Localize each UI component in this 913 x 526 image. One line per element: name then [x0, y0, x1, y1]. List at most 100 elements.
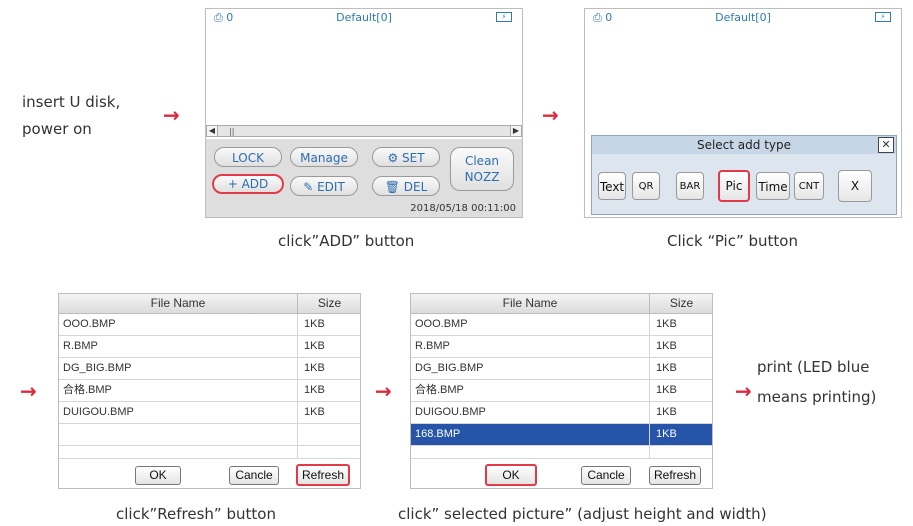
file-name: DG_BIG.BMP: [415, 362, 484, 374]
control-panel: LOCK Manage ⚙ SET + ADD ✎ EDIT 🗑 DEL Cle…: [206, 139, 522, 217]
file-size: 1KB: [656, 406, 677, 418]
file-name: OOO.BMP: [415, 318, 468, 330]
set-button[interactable]: ⚙ SET: [372, 147, 440, 167]
file-size: 1KB: [656, 340, 677, 352]
type-text-button[interactable]: Text: [598, 172, 626, 200]
step-text-print-2: means printing): [757, 388, 877, 406]
table-row[interactable]: [59, 446, 360, 459]
file-size: 1KB: [656, 362, 677, 374]
del-button[interactable]: 🗑 DEL: [372, 176, 440, 196]
step-text-pic: Click “Pic” button: [667, 232, 798, 250]
step-text-refresh: click”Refresh” button: [116, 505, 276, 523]
file-size: 1KB: [304, 362, 325, 374]
select-add-type-dialog: Select add type ✕ Text QR BAR Pic Time C…: [591, 135, 897, 215]
type-close-button[interactable]: X: [838, 170, 872, 202]
table-row[interactable]: DUIGOU.BMP 1KB: [411, 402, 712, 424]
step-text-selected: click” selected picture” (adjust height …: [398, 505, 767, 523]
manage-label: Manage: [300, 151, 348, 165]
step-text-power: power on: [22, 120, 92, 138]
screen-title: Default[0]: [715, 11, 771, 24]
scroll-right-icon[interactable]: ▶: [510, 126, 521, 136]
nozz-label: NOZZ: [464, 170, 500, 184]
table-row-selected[interactable]: 168.BMP 1KB: [411, 424, 712, 446]
file-name: R.BMP: [63, 340, 98, 352]
horizontal-scrollbar[interactable]: ◀ || ▶: [206, 125, 522, 137]
table-row[interactable]: DG_BIG.BMP 1KB: [59, 358, 360, 380]
type-qr-button[interactable]: QR: [632, 172, 660, 200]
cancle-button[interactable]: Cancle: [581, 466, 631, 485]
edit-label: EDIT: [317, 180, 345, 194]
select-type-screen: ⎙ 0 Default[0] ⚡ Select add type ✕ Text …: [584, 8, 902, 218]
file-browser-1: File Name Size OOO.BMP 1KB R.BMP 1KB DG_BI…: [58, 293, 361, 489]
arrow-icon: →: [375, 379, 392, 403]
arrow-icon: →: [163, 103, 180, 127]
datetime: 2018/05/18 00:11:00: [410, 203, 516, 214]
file-name: 合格.BMP: [63, 384, 112, 396]
main-screen: ⎙ 0 Default[0] ⚡ ◀ || ▶ LOCK Manage ⚙ SE…: [205, 8, 523, 218]
manage-button[interactable]: Manage: [290, 147, 358, 167]
file-name: OOO.BMP: [63, 318, 116, 330]
table-row[interactable]: R.BMP 1KB: [59, 336, 360, 358]
battery-icon: ⚡: [496, 12, 512, 22]
type-pic-button[interactable]: Pic: [718, 170, 750, 202]
status-bar: ⎙ 0 Default[0] ⚡: [585, 9, 901, 27]
refresh-button[interactable]: Refresh: [296, 464, 350, 486]
column-size: Size: [317, 296, 342, 310]
ok-button[interactable]: OK: [485, 464, 537, 486]
table-header: File Name Size: [59, 294, 360, 314]
type-cnt-button[interactable]: CNT: [794, 172, 824, 200]
step-text-insert: insert U disk,: [22, 93, 121, 111]
arrow-icon: →: [542, 103, 559, 127]
del-label: DEL: [403, 180, 428, 194]
type-bar-button[interactable]: BAR: [676, 172, 704, 200]
file-size: 1KB: [304, 318, 325, 330]
trash-icon: 🗑: [384, 180, 400, 194]
dialog-title: Select add type: [592, 136, 896, 154]
file-name: DUIGOU.BMP: [415, 406, 486, 418]
file-size: 1KB: [656, 428, 677, 440]
file-name: 168.BMP: [415, 428, 461, 440]
ok-button[interactable]: OK: [135, 466, 181, 485]
lock-button[interactable]: LOCK: [214, 147, 282, 167]
column-file-name: File Name: [59, 294, 298, 313]
set-label: SET: [402, 151, 425, 165]
step-text-add: click”ADD” button: [278, 232, 415, 250]
scroll-left-icon[interactable]: ◀: [207, 126, 218, 136]
file-size: 1KB: [304, 384, 325, 396]
table-row[interactable]: OOO.BMP 1KB: [411, 314, 712, 336]
type-time-button[interactable]: Time: [756, 172, 790, 200]
table-row[interactable]: DUIGOU.BMP 1KB: [59, 402, 360, 424]
arrow-icon: →: [20, 379, 37, 403]
edit-button[interactable]: ✎ EDIT: [290, 176, 358, 196]
file-size: 1KB: [304, 340, 325, 352]
plus-icon: +: [227, 177, 238, 191]
column-size: Size: [669, 296, 694, 310]
step-text-print: print (LED blue: [757, 358, 870, 376]
clean-label: Clean: [464, 154, 500, 168]
cancle-button[interactable]: Cancle: [229, 466, 279, 485]
file-size: 1KB: [304, 406, 325, 418]
table-row[interactable]: [59, 424, 360, 446]
column-file-name: File Name: [411, 294, 650, 313]
table-row[interactable]: [411, 446, 712, 459]
table-row[interactable]: 合格.BMP 1KB: [411, 380, 712, 402]
table-row[interactable]: R.BMP 1KB: [411, 336, 712, 358]
arrow-icon: →: [735, 379, 752, 403]
table-row[interactable]: 合格.BMP 1KB: [59, 380, 360, 402]
status-bar: ⎙ 0 Default[0] ⚡: [206, 9, 522, 27]
close-icon[interactable]: ✕: [878, 137, 894, 153]
table-row[interactable]: OOO.BMP 1KB: [59, 314, 360, 336]
lock-label: LOCK: [232, 151, 264, 165]
screen-title: Default[0]: [336, 11, 392, 24]
file-name: 合格.BMP: [415, 384, 464, 396]
clean-nozzle-button[interactable]: Clean NOZZ: [450, 147, 514, 191]
add-button[interactable]: + ADD: [212, 174, 284, 194]
table-header: File Name Size: [411, 294, 712, 314]
file-browser-2: File Name Size OOO.BMP 1KB R.BMP 1KB DG_BI…: [410, 293, 713, 489]
file-size: 1KB: [656, 384, 677, 396]
refresh-button[interactable]: Refresh: [649, 466, 701, 485]
scroll-thumb[interactable]: ||: [229, 127, 234, 136]
table-row[interactable]: DG_BIG.BMP 1KB: [411, 358, 712, 380]
edit-icon: ✎: [303, 180, 314, 194]
battery-icon: ⚡: [875, 12, 891, 22]
